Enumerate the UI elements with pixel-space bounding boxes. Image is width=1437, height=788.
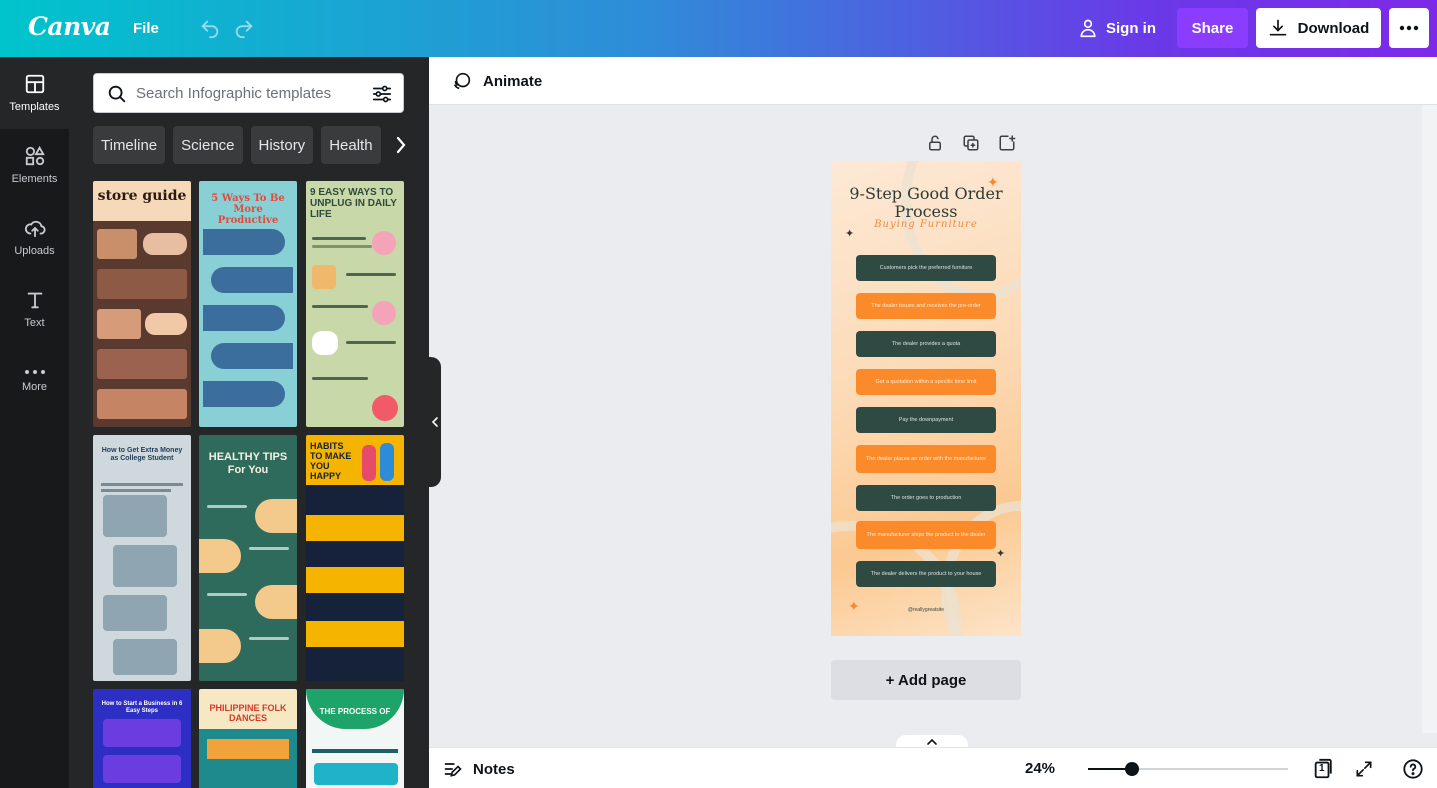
template-thumb-process[interactable]: THE PROCESS OF bbox=[306, 689, 404, 788]
zoom-level[interactable]: 24% bbox=[1025, 760, 1055, 777]
download-icon bbox=[1269, 19, 1286, 36]
canva-logo[interactable]: Canva bbox=[28, 12, 111, 41]
templates-panel: Timeline Science History Health store gu… bbox=[69, 57, 429, 788]
template-thumb-extra-money[interactable]: How to Get Extra Money as College Studen… bbox=[93, 435, 191, 681]
step-8: The manufacturer ships the product to th… bbox=[856, 521, 996, 549]
rail-item-elements[interactable]: Elements bbox=[0, 129, 69, 201]
rail-item-uploads[interactable]: Uploads bbox=[0, 201, 69, 273]
rail-label-templates: Templates bbox=[9, 101, 60, 113]
ellipsis-icon bbox=[1399, 25, 1419, 31]
redo-icon[interactable] bbox=[230, 14, 258, 42]
more-icon bbox=[24, 370, 45, 374]
notes-label: Notes bbox=[473, 760, 515, 778]
template-thumb-store-guide[interactable]: store guide bbox=[93, 181, 191, 427]
filter-icon[interactable] bbox=[371, 83, 393, 105]
template-title: 9 EASY WAYS TO UNPLUG IN DAILY LIFE bbox=[310, 187, 397, 220]
sign-in-label: Sign in bbox=[1106, 19, 1156, 37]
design-subtitle: Buying Furniture bbox=[874, 219, 978, 230]
template-title: HABITS TO MAKE YOU HAPPY bbox=[310, 441, 352, 481]
template-thumb-healthy-tips[interactable]: HEALTHY TIPS For You bbox=[199, 435, 297, 681]
template-search-input[interactable] bbox=[136, 82, 356, 104]
rail-label-uploads: Uploads bbox=[14, 245, 55, 257]
zoom-slider-track[interactable] bbox=[1088, 768, 1288, 770]
undo-icon[interactable] bbox=[196, 14, 224, 42]
zoom-slider-handle[interactable] bbox=[1125, 762, 1139, 776]
rail-item-templates[interactable]: Templates bbox=[0, 57, 69, 129]
top-bar: Canva File Sign in Share Download bbox=[0, 0, 1437, 57]
design-page[interactable]: ✦ ✦ ✦ ✦ 9-Step Good Order Process Buying… bbox=[831, 161, 1021, 636]
step-7: The order goes to production bbox=[856, 485, 996, 511]
template-title: 5 Ways To Be More Productive bbox=[211, 193, 285, 226]
page-count-icon[interactable]: 1 bbox=[1311, 757, 1335, 781]
template-thumb-productive[interactable]: 5 Ways To Be More Productive bbox=[199, 181, 297, 427]
editor-toolbar: Animate bbox=[429, 57, 1437, 105]
step-4: Get a quotation within a specific time l… bbox=[856, 369, 996, 395]
share-button[interactable]: Share bbox=[1177, 8, 1248, 48]
templates-icon bbox=[25, 74, 44, 94]
help-icon[interactable] bbox=[1401, 757, 1425, 781]
canvas-scrollbar[interactable] bbox=[1422, 105, 1437, 733]
template-thumb-business[interactable]: How to Start a Business in 6 Easy Steps bbox=[93, 689, 191, 788]
template-title: THE PROCESS OF bbox=[319, 707, 391, 716]
animate-label: Animate bbox=[483, 72, 543, 90]
template-title: store guide bbox=[97, 188, 187, 204]
rail-label-more: More bbox=[21, 381, 48, 393]
category-chips: Timeline Science History Health bbox=[93, 126, 413, 164]
bottom-bar: Notes 24% 1 bbox=[429, 747, 1437, 788]
user-icon bbox=[1080, 19, 1096, 38]
step-3: The dealer provides a quota bbox=[856, 331, 996, 357]
template-thumb-folk-dances[interactable]: PHILIPPINE FOLK DANCES bbox=[199, 689, 297, 788]
template-thumb-habits[interactable]: HABITS TO MAKE YOU HAPPY bbox=[306, 435, 404, 681]
template-thumb-unplug[interactable]: 9 EASY WAYS TO UNPLUG IN DAILY LIFE bbox=[306, 181, 404, 427]
step-6: The dealer places an order with the manu… bbox=[856, 445, 996, 473]
step-5: Pay the downpayment bbox=[856, 407, 996, 433]
rail-item-more[interactable]: More bbox=[0, 345, 69, 417]
file-menu-button[interactable]: File bbox=[124, 12, 168, 44]
search-icon bbox=[108, 85, 126, 103]
chip-health[interactable]: Health bbox=[321, 126, 381, 164]
download-label: Download bbox=[1297, 19, 1370, 37]
collapse-panel-button[interactable] bbox=[429, 357, 441, 487]
chevron-left-icon bbox=[431, 417, 438, 427]
download-button[interactable]: Download bbox=[1256, 8, 1381, 48]
step-1: Customers pick the preferred furniture bbox=[856, 255, 996, 281]
design-title: 9-Step Good Order Process bbox=[849, 184, 1003, 221]
sparkle-icon: ✦ bbox=[996, 548, 1006, 560]
elements-icon bbox=[25, 145, 45, 166]
notes-icon bbox=[444, 763, 462, 777]
sign-in-button[interactable]: Sign in bbox=[1068, 10, 1166, 46]
template-title: PHILIPPINE FOLK DANCES bbox=[209, 703, 287, 723]
design-handle: @reallygreatsite bbox=[907, 607, 945, 613]
chevron-right-icon[interactable] bbox=[389, 126, 413, 164]
rail-item-text[interactable]: Text bbox=[0, 273, 69, 345]
fullscreen-icon[interactable] bbox=[1352, 757, 1376, 781]
step-9: The dealer delivers the product to your … bbox=[856, 561, 996, 587]
chip-timeline[interactable]: Timeline bbox=[93, 126, 166, 164]
lock-icon[interactable] bbox=[924, 132, 946, 154]
more-options-button[interactable] bbox=[1389, 8, 1429, 48]
page-count: 1 bbox=[1319, 763, 1325, 774]
text-icon bbox=[27, 292, 42, 309]
notes-button[interactable]: Notes bbox=[443, 756, 515, 782]
template-title: How to Get Extra Money as College Studen… bbox=[101, 447, 183, 462]
animate-icon bbox=[453, 72, 471, 90]
add-page-button[interactable]: + Add page bbox=[831, 660, 1021, 700]
rail-label-elements: Elements bbox=[11, 173, 58, 185]
chip-science[interactable]: Science bbox=[173, 126, 243, 164]
uploads-icon bbox=[24, 220, 46, 238]
template-title: How to Start a Business in 6 Easy Steps bbox=[101, 701, 183, 714]
template-title: HEALTHY TIPS For You bbox=[208, 451, 288, 476]
animate-button[interactable]: Animate bbox=[443, 66, 550, 96]
rail-label-text: Text bbox=[24, 317, 45, 329]
step-2: The dealer issues and receives the pre-o… bbox=[856, 293, 996, 319]
duplicate-page-icon[interactable] bbox=[960, 132, 982, 154]
side-rail: Templates Elements Uploads Text More bbox=[0, 57, 69, 788]
template-search-box bbox=[93, 73, 404, 113]
chip-history[interactable]: History bbox=[250, 126, 314, 164]
add-page-icon[interactable] bbox=[996, 132, 1018, 154]
